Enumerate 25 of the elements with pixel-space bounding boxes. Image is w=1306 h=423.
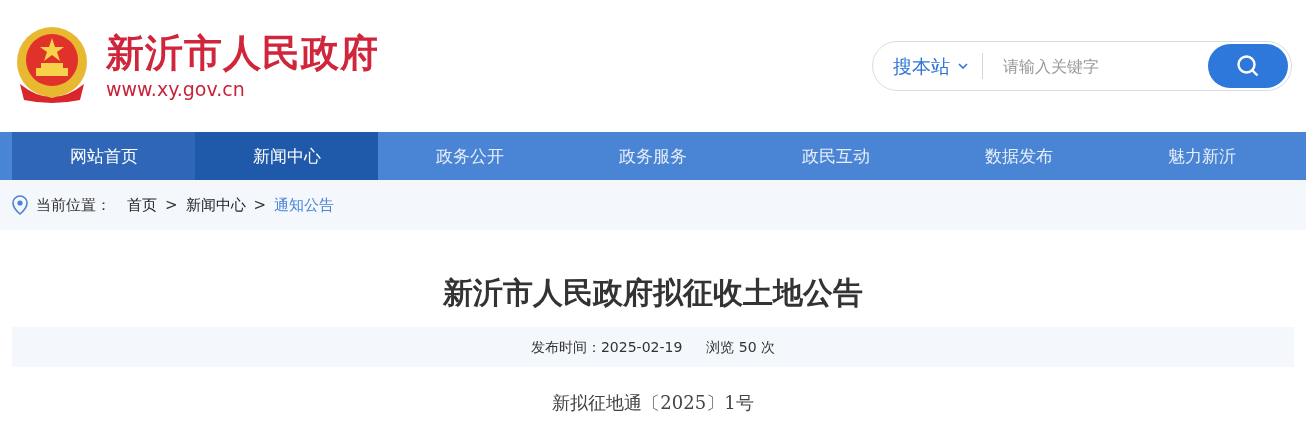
breadcrumb-link[interactable]: 通知公告 [274,193,335,217]
nav-tab[interactable]: 网站首页 [12,132,196,180]
caret-icon [958,63,968,69]
breadcrumb-link[interactable]: 首页 [127,193,157,217]
search-button[interactable] [1208,44,1288,88]
breadcrumb-label: 当前位置： [36,194,111,216]
publish-time: 发布时间：2025-02-19 [530,337,683,357]
nav-tab[interactable]: 政务服务 [561,132,745,180]
breadcrumb-link[interactable]: 新闻中心 [185,193,246,217]
nav-tab[interactable]: 政民互动 [744,132,928,180]
site-name: 新沂市人民政府 [106,33,379,72]
nav-tab[interactable]: 数据发布 [927,132,1111,180]
breadcrumb-separator: > [253,194,267,216]
search-bar[interactable]: 搜本站 请输入关键字 [872,41,1292,91]
view-count: 浏览 50 次 [706,337,776,357]
search-icon [1236,54,1260,78]
document-number: 新拟征地通〔2025〕1号 [552,391,754,415]
location-pin-icon [12,195,28,215]
nav-tab[interactable]: 政务公开 [378,132,562,180]
site-url[interactable]: www.xy.gov.cn [106,79,379,99]
breadcrumb-separator: > [165,194,178,216]
nav-tab[interactable]: 新闻中心 [195,132,379,180]
article-title: 新沂市人民政府拟征收土地公告 [442,274,864,312]
nav-tab[interactable]: 魅力新沂 [1110,132,1294,180]
search-scope-dropdown[interactable]: 搜本站 [893,51,982,81]
